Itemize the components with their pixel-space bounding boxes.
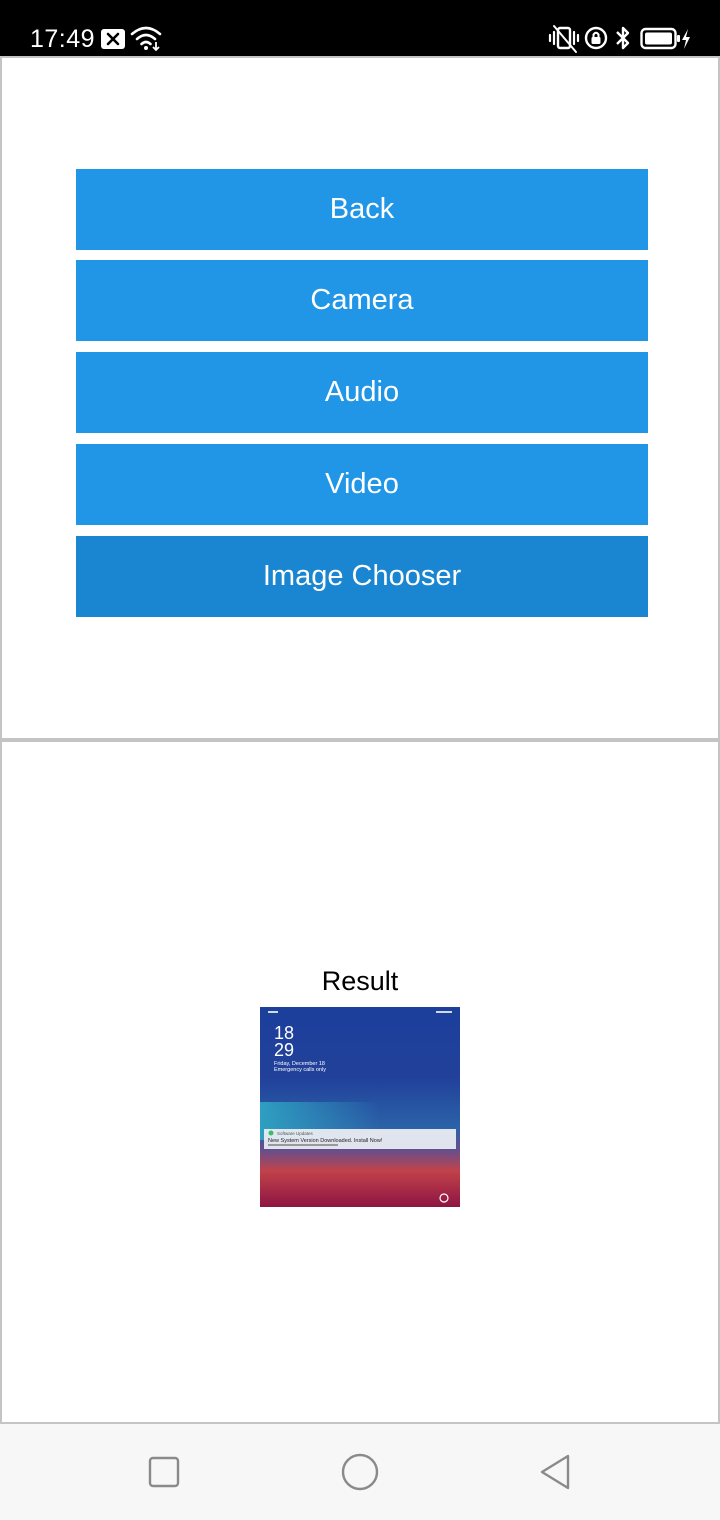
camera-button[interactable]: Camera [76, 260, 648, 341]
thumbnail-minute: 29 [274, 1040, 294, 1060]
back-button[interactable]: Back [76, 169, 648, 250]
wifi-icon [130, 24, 162, 57]
vibrate-icon [548, 24, 580, 59]
image-chooser-button[interactable]: Image Chooser [76, 536, 648, 617]
status-time: 17:49 [30, 25, 96, 53]
rotation-lock-icon [584, 26, 608, 55]
home-icon[interactable] [336, 1448, 384, 1496]
close-box-icon [100, 28, 126, 55]
recent-apps-icon[interactable] [140, 1448, 188, 1496]
thumbnail-notification-app: Software Updates [277, 1131, 314, 1136]
navigation-bar [0, 1424, 720, 1520]
result-thumbnail: 18 29 Friday, December 18 Emergency call… [260, 1007, 460, 1207]
result-image: 18 29 Friday, December 18 Emergency call… [260, 1007, 460, 1207]
bluetooth-icon [614, 24, 632, 57]
thumbnail-subtitle: Emergency calls only [274, 1067, 326, 1073]
video-button[interactable]: Video [76, 444, 648, 525]
battery-charging-icon [640, 27, 692, 56]
button-panel: Back Camera Audio Video Image Chooser [0, 56, 720, 740]
result-label: Result [321, 966, 399, 996]
back-nav-icon[interactable] [532, 1448, 580, 1496]
audio-button[interactable]: Audio [76, 352, 648, 433]
status-bar: 17:49 [0, 0, 720, 56]
result-panel: Result 18 29 Friday, December 18 Emergen… [0, 740, 720, 1424]
thumbnail-notification-text: New System Version Downloaded. Install N… [268, 1138, 383, 1144]
